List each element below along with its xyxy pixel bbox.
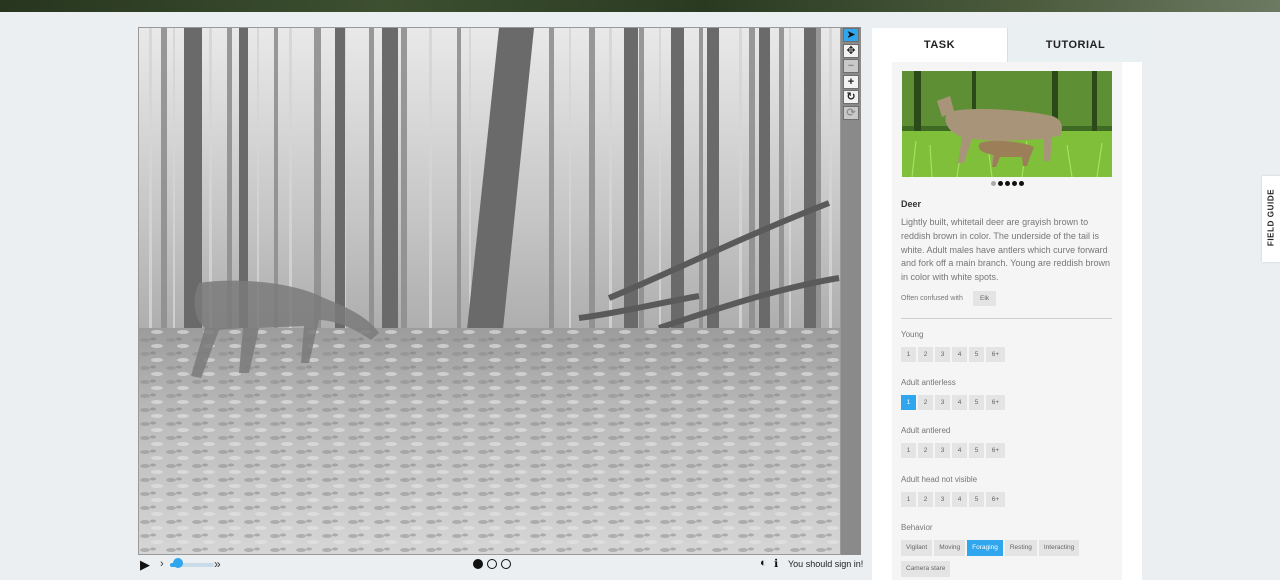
count-option-button[interactable]: 2 <box>918 395 933 410</box>
count-option-button[interactable]: 6+ <box>986 443 1005 458</box>
behavior-option-button[interactable]: Interacting <box>1038 540 1080 556</box>
species-description: Lightly built, whitetail deer are grayis… <box>901 217 1110 283</box>
count-option-button[interactable]: 6+ <box>986 492 1005 507</box>
species-name: Deer <box>901 199 922 209</box>
rotate-icon[interactable]: ↻ <box>843 90 859 104</box>
field-guide-label: FIELD GUIDE <box>1266 188 1276 247</box>
question-label: Young <box>901 330 924 339</box>
count-option-button[interactable]: 4 <box>952 347 967 362</box>
count-option-button[interactable]: 3 <box>935 492 950 507</box>
minus-icon[interactable]: − <box>843 59 859 73</box>
behavior-option-button[interactable]: Moving <box>934 540 966 556</box>
reset-icon[interactable]: ⟳ <box>843 106 859 120</box>
tab-tutorial[interactable]: TUTORIAL <box>1007 28 1143 62</box>
count-option-button[interactable]: 3 <box>935 347 950 362</box>
behavior-options: Vigilant Moving Foraging Resting Interacting… <box>901 540 1116 580</box>
photo-dot[interactable] <box>1011 181 1017 186</box>
count-option-button[interactable]: 5 <box>969 395 984 410</box>
subject-viewer: ➤ ✥ − + ↻ ⟳ <box>138 27 861 555</box>
count-option-button[interactable]: 5 <box>969 492 984 507</box>
photo-carousel-dots <box>892 181 1122 186</box>
field-guide-tab[interactable]: FIELD GUIDE <box>1262 176 1280 262</box>
forest-scene <box>139 28 840 554</box>
behavior-option-button[interactable]: Resting <box>1004 540 1037 556</box>
count-option-button[interactable]: 1 <box>901 443 916 458</box>
behavior-label: Behavior <box>901 523 933 532</box>
count-option-button[interactable]: 5 <box>969 347 984 362</box>
question-label: Adult antlered <box>901 426 951 435</box>
fast-forward-icon[interactable]: » <box>214 557 221 571</box>
count-option-button[interactable]: 6+ <box>986 395 1005 410</box>
photo-dot[interactable] <box>1004 181 1010 186</box>
slider-handle[interactable] <box>173 558 183 568</box>
photo-dot[interactable] <box>997 181 1003 186</box>
contrast-icon[interactable]: ◐ <box>760 557 767 569</box>
behavior-option-button[interactable]: Vigilant <box>901 540 933 556</box>
count-option-button[interactable]: 3 <box>935 443 950 458</box>
count-options: 1 2 3 4 5 6+ <box>901 443 1007 458</box>
step-forward-icon[interactable]: › <box>160 558 164 570</box>
viewer-toolbar: ➤ ✥ − + ↻ ⟳ <box>841 27 861 555</box>
confused-species-elk[interactable]: Elk <box>973 291 997 306</box>
count-option-button[interactable]: 1 <box>901 395 916 410</box>
pointer-icon[interactable]: ➤ <box>843 28 859 42</box>
count-option-button[interactable]: 6+ <box>986 347 1005 362</box>
question-label: Adult antlerless <box>901 378 956 387</box>
top-banner-strip <box>0 0 1280 12</box>
deer-photo <box>902 71 1112 177</box>
count-option-button[interactable]: 3 <box>935 395 950 410</box>
count-option-button[interactable]: 2 <box>918 492 933 507</box>
species-photo[interactable] <box>902 71 1112 177</box>
photo-dot[interactable] <box>1018 181 1024 186</box>
move-icon[interactable]: ✥ <box>843 44 859 58</box>
count-option-button[interactable]: 1 <box>901 347 916 362</box>
count-option-button[interactable]: 2 <box>918 443 933 458</box>
count-option-button[interactable]: 5 <box>969 443 984 458</box>
behavior-option-button[interactable]: Camera stare <box>901 561 951 577</box>
species-detail: Deer Lightly built, whitetail deer are g… <box>892 62 1122 580</box>
count-options: 1 2 3 4 5 6+ <box>901 492 1007 507</box>
plus-icon[interactable]: + <box>843 75 859 89</box>
count-option-button[interactable]: 4 <box>952 492 967 507</box>
frame-dot[interactable] <box>501 559 511 569</box>
section-divider <box>901 318 1112 319</box>
count-options: 1 2 3 4 5 6+ <box>901 347 1007 362</box>
frame-selector <box>473 559 515 571</box>
task-panel: TASK TUTORIAL Deer Lightly built, whitet… <box>872 28 1143 580</box>
behavior-option-button[interactable]: Foraging <box>967 540 1003 556</box>
count-option-button[interactable]: 4 <box>952 395 967 410</box>
frame-controls: ▶ › » ◐ ℹ You should sign in! <box>138 556 863 576</box>
photo-dot[interactable] <box>990 181 996 186</box>
count-option-button[interactable]: 2 <box>918 347 933 362</box>
question-label: Adult head not visible <box>901 475 978 484</box>
frame-dot[interactable] <box>487 559 497 569</box>
count-options: 1 2 3 4 5 6+ <box>901 395 1007 410</box>
camera-trap-image[interactable] <box>138 27 841 555</box>
play-button[interactable]: ▶ <box>140 557 150 573</box>
count-option-button[interactable]: 4 <box>952 443 967 458</box>
panel-tabs: TASK TUTORIAL <box>872 28 1143 62</box>
sign-in-message[interactable]: You should sign in! <box>788 559 863 569</box>
tab-task[interactable]: TASK <box>872 28 1007 62</box>
count-option-button[interactable]: 1 <box>901 492 916 507</box>
frame-dot[interactable] <box>473 559 483 569</box>
info-icon[interactable]: ℹ <box>774 557 778 570</box>
confused-with-label: Often confused with <box>901 295 963 302</box>
